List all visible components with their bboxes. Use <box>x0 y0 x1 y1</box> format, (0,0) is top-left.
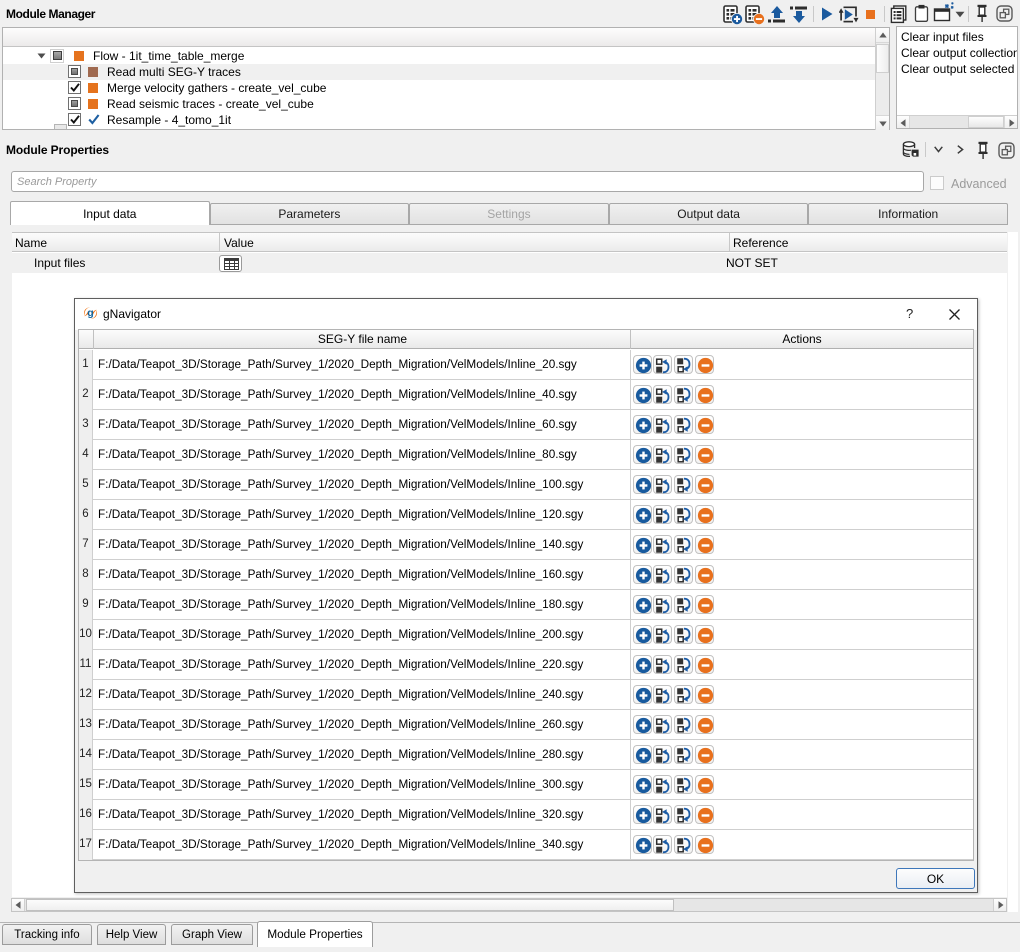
svg-text:g: g <box>87 307 93 319</box>
